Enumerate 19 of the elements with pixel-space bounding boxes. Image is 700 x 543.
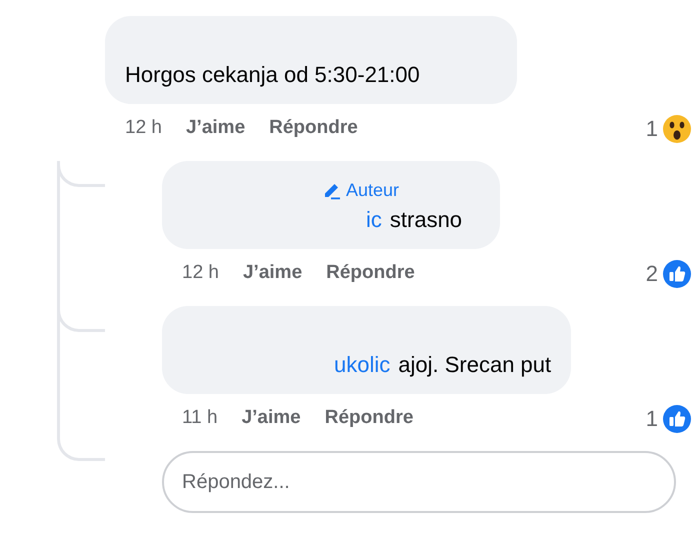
reply-text: ajoj. Srecan put bbox=[398, 351, 552, 379]
reply-input[interactable]: Répondez... bbox=[162, 451, 676, 513]
comment-time: 12 h bbox=[125, 116, 162, 140]
mention-link[interactable]: ukolic bbox=[334, 350, 390, 380]
like-link[interactable]: J’aime bbox=[242, 404, 301, 433]
comment-text: Horgos cekanja od 5:30-21:00 bbox=[125, 61, 421, 89]
comment-time: 11 h bbox=[182, 406, 218, 430]
mention-link[interactable]: ic bbox=[366, 205, 382, 235]
like-link[interactable]: J’aime bbox=[186, 114, 246, 143]
like-link[interactable]: J’aime bbox=[242, 259, 302, 288]
reply-link[interactable]: Répondre bbox=[324, 404, 414, 433]
reaction-count: 2 bbox=[646, 260, 658, 288]
comment-time: 12 h bbox=[182, 261, 219, 286]
reply-text: strasno bbox=[390, 206, 462, 234]
reply-link[interactable]: Répondre bbox=[269, 114, 358, 143]
reply-link[interactable]: Répondre bbox=[326, 259, 415, 288]
reaction-count: 1 bbox=[646, 405, 658, 433]
author-label: Auteur bbox=[346, 179, 400, 202]
reaction-count: 1 bbox=[646, 115, 658, 143]
